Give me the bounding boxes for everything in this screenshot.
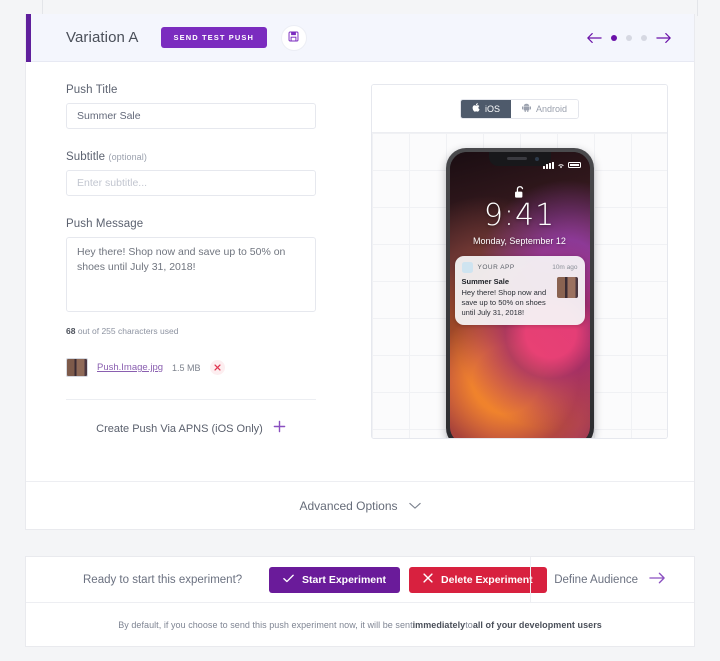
character-counter: 68 out of 255 characters used (66, 326, 356, 336)
default-send-note: By default, if you choose to send this p… (26, 603, 694, 647)
push-preview: iOS Android 9:41 Monday, September 12 YO… (356, 84, 694, 462)
push-form: Push Title Subtitle (optional) Push Mess… (26, 84, 356, 462)
phone-stage: 9:41 Monday, September 12 YOUR APP 10m a… (372, 133, 667, 438)
chrome-guide-right (697, 0, 698, 16)
variation-header: Variation A SEND TEST PUSH (26, 14, 694, 62)
pager-prev-arrow-left-icon[interactable] (586, 32, 602, 44)
notification-thumbnail (556, 277, 578, 298)
platform-toggle: iOS Android (459, 98, 580, 119)
variation-body: Push Title Subtitle (optional) Push Mess… (26, 62, 694, 462)
delete-experiment-button[interactable]: Delete Experiment (409, 566, 547, 593)
note-bold-immediately: immediately (412, 620, 466, 630)
notification-message: Hey there! Shop now and save up to 50% o… (461, 288, 547, 318)
notification-app-name: YOUR APP (477, 264, 515, 271)
chevron-down-icon (408, 497, 421, 515)
close-x-icon (423, 573, 433, 586)
subtitle-label: Subtitle (optional) (66, 151, 356, 163)
define-audience-button[interactable]: Define Audience (554, 571, 666, 589)
platform-toggle-ios[interactable]: iOS (460, 99, 511, 118)
save-variation-button[interactable] (280, 24, 307, 51)
phone-camera (534, 157, 539, 161)
notification-header: YOUR APP 10m ago (461, 262, 578, 273)
note-bold-audience: all of your development users (472, 620, 602, 630)
send-test-push-button[interactable]: SEND TEST PUSH (160, 27, 267, 48)
preview-toolbar: iOS Android (372, 85, 667, 133)
create-push-apns-button[interactable]: Create Push Via APNS (iOS Only) (66, 420, 316, 438)
push-message-textarea[interactable] (66, 237, 316, 312)
lock-screen-date: Monday, September 12 (473, 236, 566, 246)
advanced-options-label: Advanced Options (299, 498, 398, 513)
delete-experiment-label: Delete Experiment (441, 573, 533, 586)
advanced-options-toggle[interactable]: Advanced Options (26, 481, 694, 529)
notification-texts: Summer Sale Hey there! Shop now and save… (462, 277, 551, 318)
page-root: Variation A SEND TEST PUSH Push Title Su… (0, 0, 720, 661)
experiment-buttons: Start Experiment Delete Experiment (269, 566, 547, 593)
plus-icon (273, 420, 286, 438)
platform-toggle-ios-label: iOS (484, 103, 500, 114)
start-experiment-button[interactable]: Start Experiment (269, 566, 401, 593)
note-part-1: By default, if you choose to send this p… (118, 620, 413, 630)
form-divider (66, 399, 316, 400)
experiment-actions-card: Ready to start this experiment? Start Ex… (25, 556, 695, 647)
pager-dot-3[interactable] (641, 34, 647, 41)
attachment-file-size: 1.5 MB (172, 362, 201, 373)
phone-status-bar (542, 156, 581, 174)
lock-screen-time: 9:41 (483, 198, 556, 233)
attachment-file-link[interactable]: Push.Image.jpg (97, 362, 163, 373)
notification-body: Summer Sale Hey there! Shop now and save… (462, 277, 578, 318)
notification-app-icon (461, 262, 473, 273)
phone-screen: 9:41 Monday, September 12 YOUR APP 10m a… (449, 152, 590, 438)
phone-mockup: 9:41 Monday, September 12 YOUR APP 10m a… (445, 148, 594, 438)
apple-icon (472, 103, 480, 114)
notification-title: Summer Sale (461, 277, 510, 286)
actions-divider (530, 557, 531, 603)
pager-dot-2[interactable] (626, 34, 632, 41)
preview-container: iOS Android 9:41 Monday, September 12 YO… (371, 84, 668, 439)
start-experiment-label: Start Experiment (302, 573, 387, 586)
battery-icon (567, 162, 581, 168)
attachment-row: Push.Image.jpg 1.5 MB (66, 358, 356, 377)
platform-toggle-android[interactable]: Android (510, 99, 579, 118)
push-title-input[interactable] (66, 103, 316, 129)
variation-accent-bar (26, 14, 31, 62)
character-counter-rest: out of 255 characters used (75, 326, 179, 336)
subtitle-input[interactable] (66, 170, 316, 196)
notification-time-ago: 10m ago (552, 264, 578, 271)
phone-speaker (506, 157, 527, 160)
wifi-icon (557, 156, 565, 174)
phone-notch (488, 152, 551, 166)
experiment-actions-row: Ready to start this experiment? Start Ex… (26, 557, 694, 603)
create-push-apns-label: Create Push Via APNS (iOS Only) (96, 423, 263, 435)
subtitle-optional-tag: (optional) (108, 152, 147, 162)
subtitle-label-text: Subtitle (66, 151, 106, 163)
note-part-2: to (465, 620, 473, 630)
push-message-label: Push Message (66, 218, 144, 230)
pager-next-arrow-right-icon[interactable] (656, 32, 672, 44)
pager-dot-1[interactable] (611, 34, 617, 41)
save-disk-icon (288, 29, 299, 47)
notification-preview-card: YOUR APP 10m ago Summer Sale Hey there! … (454, 256, 585, 326)
define-audience-label: Define Audience (554, 573, 638, 586)
variation-card: Variation A SEND TEST PUSH Push Title Su… (25, 14, 695, 530)
arrow-right-icon (649, 571, 666, 589)
push-title-label: Push Title (66, 84, 118, 96)
attachment-thumbnail (66, 358, 88, 377)
check-icon (283, 574, 294, 586)
platform-toggle-android-label: Android (535, 103, 568, 114)
variation-title: Variation A (66, 29, 139, 46)
signal-bars-icon (542, 161, 554, 169)
ready-to-start-text: Ready to start this experiment? (83, 573, 243, 586)
android-icon (521, 103, 531, 114)
variation-pager (586, 32, 672, 44)
attachment-remove-button[interactable] (209, 360, 225, 375)
